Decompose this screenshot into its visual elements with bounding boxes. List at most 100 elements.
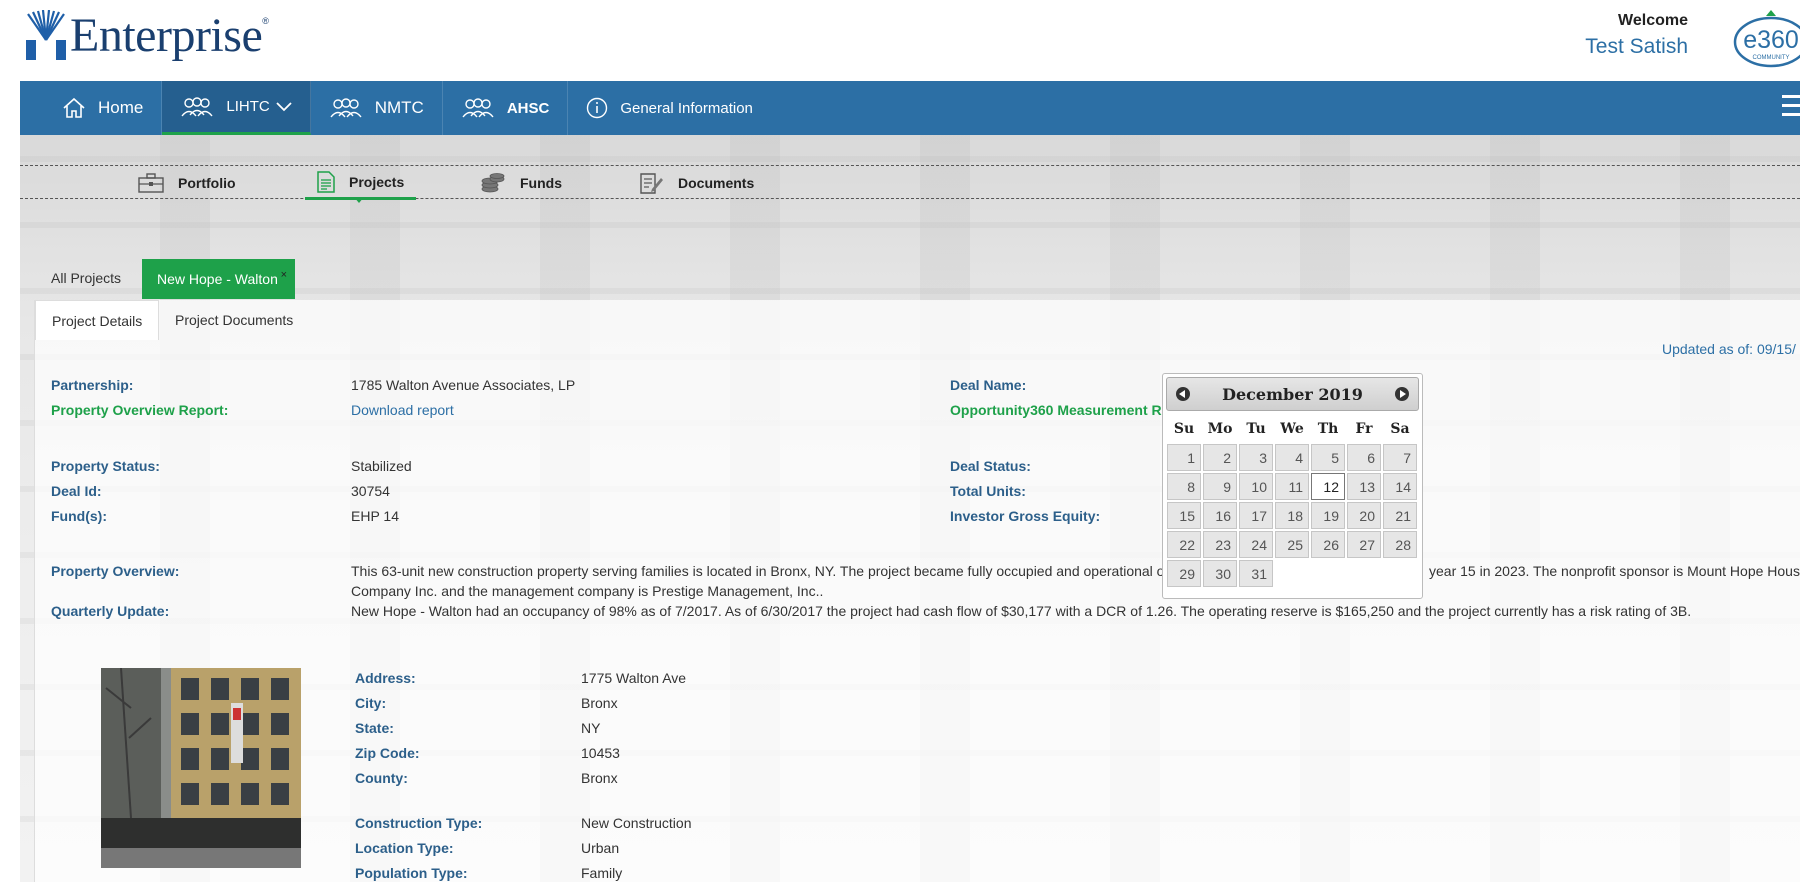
calendar-day[interactable]: 30 [1203,560,1237,587]
hamburger-menu-icon[interactable] [1782,95,1800,121]
info-icon [586,97,608,119]
home-icon [62,97,86,119]
prev-month-icon[interactable] [1176,387,1190,401]
logo-registered-mark: ® [262,16,269,26]
calendar-day[interactable]: 23 [1203,531,1237,558]
city-label: City: [355,695,387,711]
calendar-day[interactable]: 24 [1239,531,1273,558]
calendar-day[interactable]: 17 [1239,502,1273,529]
tab-current-project[interactable]: New Hope - Walton × [142,259,295,299]
calendar-day[interactable]: 4 [1275,444,1309,471]
calendar-day[interactable]: 9 [1203,473,1237,500]
calendar-day[interactable]: 26 [1311,531,1345,558]
badge-subtext: COMMUNITY [1753,55,1790,61]
deal-name-label: Deal Name: [950,377,1027,393]
nav-home[interactable]: Home [20,81,163,135]
enterprise-logo[interactable]: Enterprise ® [24,10,269,60]
subnav-portfolio[interactable]: Portfolio [138,166,236,200]
welcome-block: Welcome Test Satish [1585,12,1688,59]
calendar-day[interactable]: 8 [1167,473,1201,500]
calendar-day[interactable]: 21 [1383,502,1417,529]
nav-lihtc[interactable]: LIHTC [162,81,311,135]
state-value: NY [581,720,601,736]
calendar-day[interactable]: 7 [1383,444,1417,471]
calendar-day[interactable]: 1 [1167,444,1201,471]
construction-type-value: New Construction [581,815,692,831]
calendar-day[interactable]: 14 [1383,473,1417,500]
calendar-day[interactable]: 28 [1383,531,1417,558]
user-name[interactable]: Test Satish [1585,35,1688,59]
calendar-day[interactable]: 31 [1239,560,1273,587]
weekday-header: Th [1317,421,1339,437]
calendar-day[interactable]: 16 [1203,502,1237,529]
subnav-funds-label: Funds [520,175,562,191]
zip-code-label: Zip Code: [355,745,420,761]
opportunity360-label: Opportunity360 Measurement Re [950,402,1170,418]
people-group-icon [329,97,363,119]
population-type-label: Population Type: [355,865,468,881]
deal-status-label: Deal Status: [950,458,1031,474]
calendar-day[interactable]: 10 [1239,473,1273,500]
tab-all-projects[interactable]: All Projects [51,270,121,286]
subnav-documents-label: Documents [678,175,755,191]
calendar-day[interactable]: 27 [1347,531,1381,558]
property-overview-label: Property Overview: [51,563,180,579]
calendar-day[interactable]: 15 [1167,502,1201,529]
total-units-label: Total Units: [950,483,1026,499]
document-edit-icon [640,172,664,194]
calendar-day[interactable]: 2 [1203,444,1237,471]
download-report-link[interactable]: Download report [351,402,454,418]
calendar-day[interactable]: 6 [1347,444,1381,471]
tab-project-details[interactable]: Project Details [35,300,160,340]
calendar-day[interactable]: 11 [1275,473,1309,500]
calendar-grid: Su Mo Tu We Th Fr Sa 1 2 3 4 5 6 7 8 9 10 11 12 13 14 15 16 17 1… [1166,415,1419,588]
calendar-day[interactable]: 13 [1347,473,1381,500]
nav-ahsc[interactable]: AHSC [443,81,569,135]
welcome-title: Welcome [1618,12,1688,29]
main-navigation: Home LIHTC NMTC AHSC General Information [20,81,1800,135]
nav-nmtc[interactable]: NMTC [311,81,443,135]
subnav-documents[interactable]: Documents [640,166,754,200]
nav-ahsc-label: AHSC [506,99,550,117]
property-overview-text-line1: This 63-unit new construction property s… [351,563,1165,579]
weekday-header: Fr [1355,421,1373,437]
weekday-header: Tu [1246,421,1266,437]
calendar-day[interactable]: 29 [1167,560,1201,587]
nav-general-information[interactable]: General Information [568,81,771,135]
weekday-header: Su [1173,421,1195,437]
location-type-value: Urban [581,840,620,856]
location-type-label: Location Type: [355,840,454,856]
property-overview-text-line2: Company Inc. and the management company … [351,583,824,599]
subnav-projects[interactable]: Projects [305,166,417,200]
next-month-icon[interactable] [1395,387,1409,401]
nav-lihtc-label: LIHTC [226,98,270,115]
quarterly-update-value: New Hope - Walton had an occupancy of 98… [351,603,1692,619]
calendar-header: December 2019 [1166,377,1419,411]
property-status-label: Property Status: [51,458,160,474]
briefcase-icon [138,173,164,193]
close-tab-icon[interactable]: × [281,269,287,281]
property-status-value: Stabilized [351,458,412,474]
calendar-day[interactable]: 3 [1239,444,1273,471]
subnav-funds[interactable]: Funds [480,166,562,200]
people-group-icon [461,97,495,119]
calendar-day[interactable]: 5 [1311,444,1345,471]
property-overview-text-line1-end: year 15 in 2023. The nonprofit sponsor i… [1429,563,1800,579]
calendar-day[interactable]: 25 [1275,531,1309,558]
deal-id-label: Deal Id: [51,483,102,499]
calendar-day[interactable]: 12 [1311,473,1345,500]
subnav-projects-label: Projects [349,173,405,190]
tab-project-documents[interactable]: Project Documents [159,300,309,340]
address-label: Address: [355,670,416,686]
calendar-day[interactable]: 19 [1311,502,1345,529]
e360-community-logo-icon[interactable]: e360 COMMUNITY [1728,8,1800,70]
city-value: Bronx [581,695,618,711]
people-group-icon [180,96,214,118]
nav-general-label: General Information [620,99,753,117]
calendar-day[interactable]: 18 [1275,502,1309,529]
weekday-header: We [1280,421,1304,437]
building-photo-image [101,668,301,868]
county-label: County: [355,770,408,786]
calendar-day[interactable]: 20 [1347,502,1381,529]
calendar-day[interactable]: 22 [1167,531,1201,558]
